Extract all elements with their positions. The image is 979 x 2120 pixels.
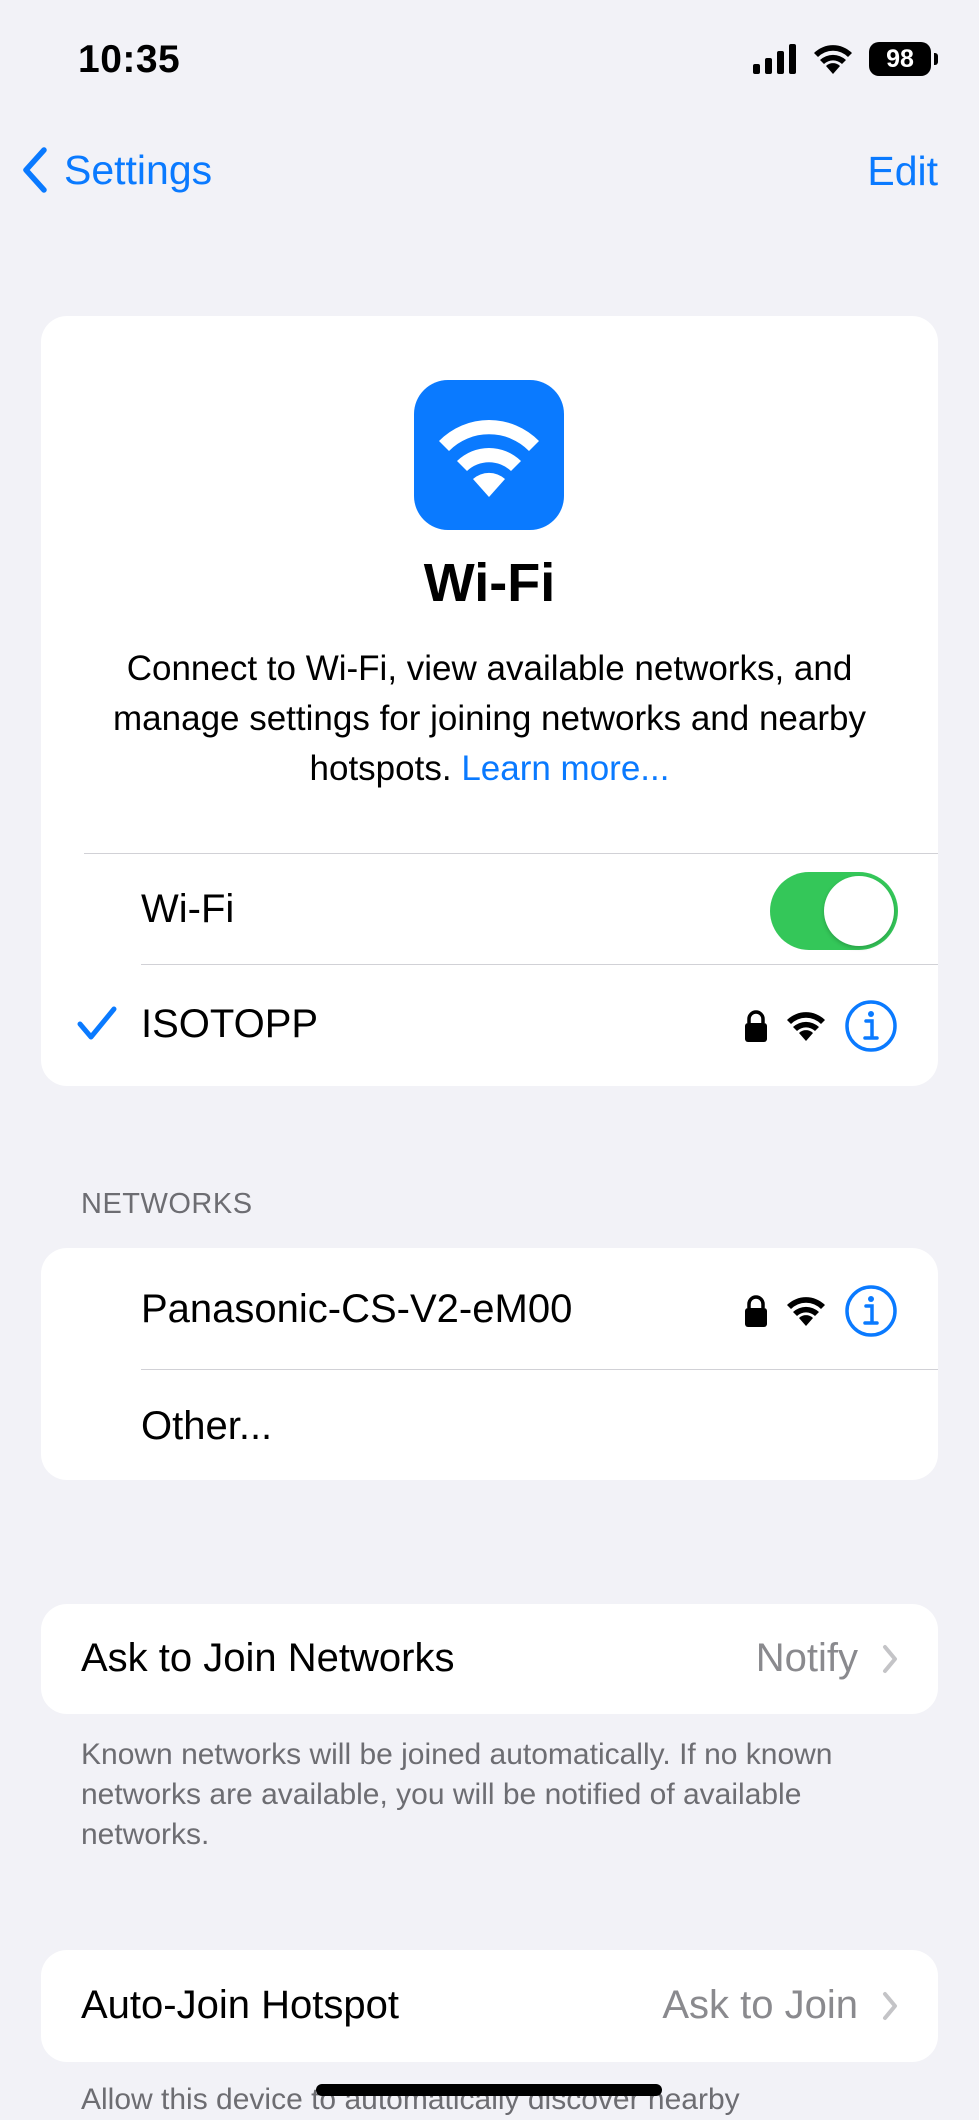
info-icon[interactable] — [844, 999, 898, 1053]
home-indicator[interactable] — [316, 2084, 662, 2096]
status-icons: 98 — [753, 42, 938, 76]
auto-join-value-text: Ask to Join — [662, 1983, 858, 2027]
other-network-row[interactable]: Other... — [141, 1404, 272, 1449]
status-time: 10:35 — [78, 38, 181, 81]
wifi-hero-card: Wi-Fi Connect to Wi-Fi, view available n… — [41, 316, 938, 1086]
ask-to-join-value: Notify — [756, 1636, 898, 1681]
networks-list: Panasonic-CS-V2-eM00 Other... — [41, 1248, 938, 1480]
hero-description: Connect to Wi-Fi, view available network… — [81, 644, 898, 794]
battery-icon: 98 — [869, 42, 938, 76]
divider — [141, 964, 938, 965]
lock-icon — [745, 1010, 767, 1042]
networks-section-header: NETWORKS — [81, 1188, 253, 1220]
ask-to-join-row[interactable]: Ask to Join Networks Notify — [41, 1604, 938, 1714]
info-icon[interactable] — [844, 1284, 898, 1338]
checkmark-icon — [77, 1006, 117, 1040]
ask-to-join-label: Ask to Join Networks — [81, 1636, 455, 1680]
ask-to-join-value-text: Notify — [755, 1636, 858, 1680]
auto-join-label: Auto-Join Hotspot — [81, 1983, 399, 2027]
wifi-app-icon — [414, 380, 564, 530]
edit-button[interactable]: Edit — [867, 148, 938, 195]
cellular-signal-icon — [753, 44, 796, 74]
auto-join-value: Ask to Join — [662, 1983, 898, 2028]
wifi-toggle-label: Wi-Fi — [141, 887, 235, 931]
chevron-right-icon — [883, 1644, 897, 1673]
wifi-toggle[interactable] — [770, 872, 898, 950]
battery-level: 98 — [886, 44, 914, 73]
back-label: Settings — [64, 146, 213, 193]
wifi-signal-icon — [787, 1012, 825, 1041]
ask-to-join-footer: Known networks will be joined automatica… — [81, 1738, 833, 1851]
network-icons — [744, 1284, 898, 1338]
current-network-name: ISOTOPP — [141, 1002, 319, 1046]
learn-more-link[interactable]: Learn more... — [461, 749, 669, 788]
chevron-left-icon — [23, 147, 47, 193]
wifi-signal-icon — [787, 1297, 825, 1326]
current-network-icons — [744, 999, 898, 1053]
divider — [84, 853, 938, 854]
back-button[interactable]: Settings — [20, 146, 212, 194]
chevron-right-icon — [883, 1991, 897, 2020]
auto-join-hotspot-row[interactable]: Auto-Join Hotspot Ask to Join — [41, 1950, 938, 2062]
wifi-status-icon — [814, 45, 852, 74]
divider — [141, 1369, 938, 1370]
page-title: Wi-Fi — [423, 553, 556, 613]
lock-icon — [745, 1295, 767, 1327]
toggle-knob — [824, 876, 894, 946]
network-name: Panasonic-CS-V2-eM00 — [141, 1287, 573, 1331]
wifi-icon — [439, 419, 539, 497]
